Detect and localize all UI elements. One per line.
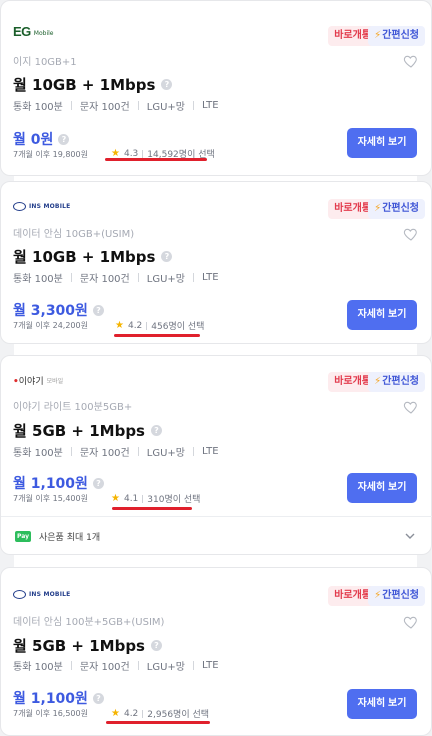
plan-name: 이야기 라이트 100분5GB+ [13,402,133,413]
pay-icon: Pay [15,531,31,542]
logo-subtext: Mobile [33,29,54,37]
chevron-down-icon[interactable] [405,531,415,541]
plan-title: 월 5GB + 1Mbps? [13,420,162,441]
plan-card[interactable]: INS MOBILE 바로개통 ⚡간편신청 데이터 안심 100분+5GB+(U… [0,567,432,736]
highlight-underline [106,721,210,724]
ins-logo-icon [13,201,26,211]
detail-button[interactable]: 자세히 보기 [347,128,417,158]
lightning-icon: ⚡ [374,30,382,41]
highlight-underline [105,158,207,161]
detail-button[interactable]: 자세히 보기 [347,473,417,503]
logo-text: INS MOBILE [29,202,71,210]
plan-specs: 통화 100분 문자 100건 LGU+망 LTE [13,100,219,113]
carrier-logo: EG Mobile [13,23,53,39]
plan-name: 데이터 안심 10GB+(USIM) [13,229,135,240]
highlight-underline [114,334,200,337]
plan-price: 월 1,100원? [13,688,104,708]
carrier-logo: INS MOBILE [13,586,70,602]
after-price: 7개월 이후 16,500원 [13,709,88,718]
ins-logo-icon [13,589,26,599]
help-icon[interactable]: ? [150,425,162,436]
heart-icon[interactable] [403,614,419,630]
lightning-icon: ⚡ [374,203,382,214]
plan-title: 월 10GB + 1Mbps? [13,246,173,267]
help-icon[interactable]: ? [150,640,162,651]
help-icon[interactable]: ? [161,79,173,90]
after-price: 7개월 이후 24,200원 [13,321,88,330]
after-price: 7개월 이후 19,800원 [13,150,88,159]
carrier-logo: INS MOBILE [13,198,70,214]
plan-specs: 통화 100분 문자 100건 LGU+망 LTE [13,446,219,459]
star-icon: ★ [111,493,120,504]
highlight-underline [112,507,192,510]
rating: ★ 4.2 2,956명이 선택 [111,708,210,720]
help-icon[interactable]: ? [92,304,104,316]
plan-card[interactable]: INS MOBILE 바로개통 ⚡간편신청 데이터 안심 10GB+(USIM)… [0,181,432,344]
plan-name: 데이터 안심 100분+5GB+(USIM) [13,617,165,628]
rating: ★ 4.2 456명이 선택 [115,320,205,332]
logo-text: INS MOBILE [29,590,71,598]
plan-price: 월 1,100원? [13,473,104,493]
easy-apply-badge: ⚡간편신청 [368,586,425,606]
carrier-logo: •이야기 모바일 [13,372,63,388]
plan-price: 월 0원? [13,129,70,149]
after-price: 7개월 이후 15,400원 [13,494,88,503]
help-icon[interactable]: ? [92,692,104,704]
help-icon[interactable]: ? [58,133,70,145]
help-icon[interactable]: ? [161,251,173,262]
plan-price: 월 3,300원? [13,300,104,320]
rating: ★ 4.1 310명이 선택 [111,493,201,505]
heart-icon[interactable] [403,53,419,69]
star-icon: ★ [111,708,120,719]
detail-button[interactable]: 자세히 보기 [347,300,417,330]
heart-icon[interactable] [403,399,419,415]
logo-text: EG [13,23,31,39]
plan-specs: 통화 100분 문자 100건 LGU+망 LTE [13,660,219,673]
help-icon[interactable]: ? [92,477,104,489]
easy-apply-badge: ⚡간편신청 [368,199,425,219]
lightning-icon: ⚡ [374,590,382,601]
plan-card[interactable]: EG Mobile 바로개통 ⚡간편신청 이지 10GB+1 월 10GB + … [0,0,432,176]
plan-title: 월 5GB + 1Mbps? [13,635,162,656]
logo-subtext: 모바일 [46,377,64,385]
star-icon: ★ [115,320,124,331]
plan-title: 월 10GB + 1Mbps? [13,74,173,95]
heart-icon[interactable] [403,226,419,242]
plan-name: 이지 10GB+1 [13,57,77,68]
plan-card[interactable]: •이야기 모바일 바로개통 ⚡간편신청 이야기 라이트 100분5GB+ 월 5… [0,355,432,555]
lightning-icon: ⚡ [374,376,382,387]
easy-apply-badge: ⚡간편신청 [368,372,425,392]
logo-text: •이야기 [13,376,44,387]
gift-text: 사은품 최대 1개 [39,533,101,543]
plan-specs: 통화 100분 문자 100건 LGU+망 LTE [13,272,219,285]
easy-apply-badge: ⚡간편신청 [368,26,425,46]
detail-button[interactable]: 자세히 보기 [347,689,417,719]
gift-row[interactable]: Pay 사은품 최대 1개 [1,516,432,556]
